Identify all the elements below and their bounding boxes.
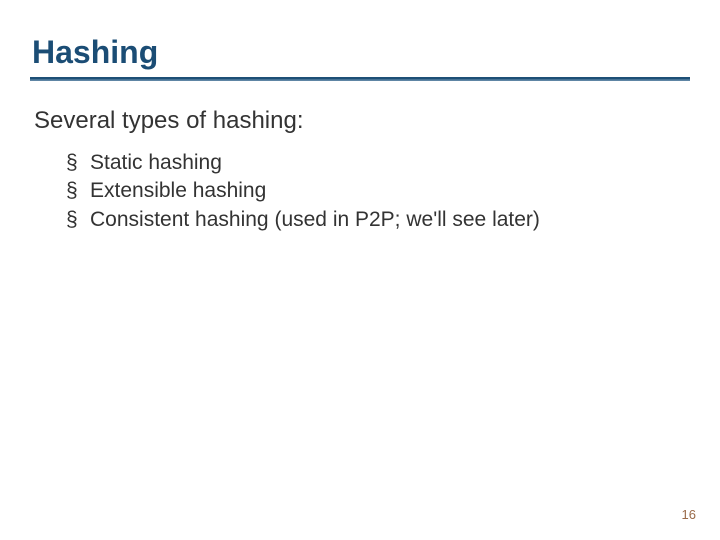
slide: Hashing Several types of hashing: Static…: [0, 0, 720, 540]
list-item: Extensible hashing: [66, 177, 690, 205]
intro-text: Several types of hashing:: [34, 107, 690, 135]
list-item: Static hashing: [66, 149, 690, 177]
bullet-list: Static hashing Extensible hashing Consis…: [66, 149, 690, 234]
list-item: Consistent hashing (used in P2P; we'll s…: [66, 206, 690, 234]
slide-title: Hashing: [32, 34, 690, 71]
title-underline: [30, 77, 690, 81]
page-number: 16: [682, 507, 696, 522]
